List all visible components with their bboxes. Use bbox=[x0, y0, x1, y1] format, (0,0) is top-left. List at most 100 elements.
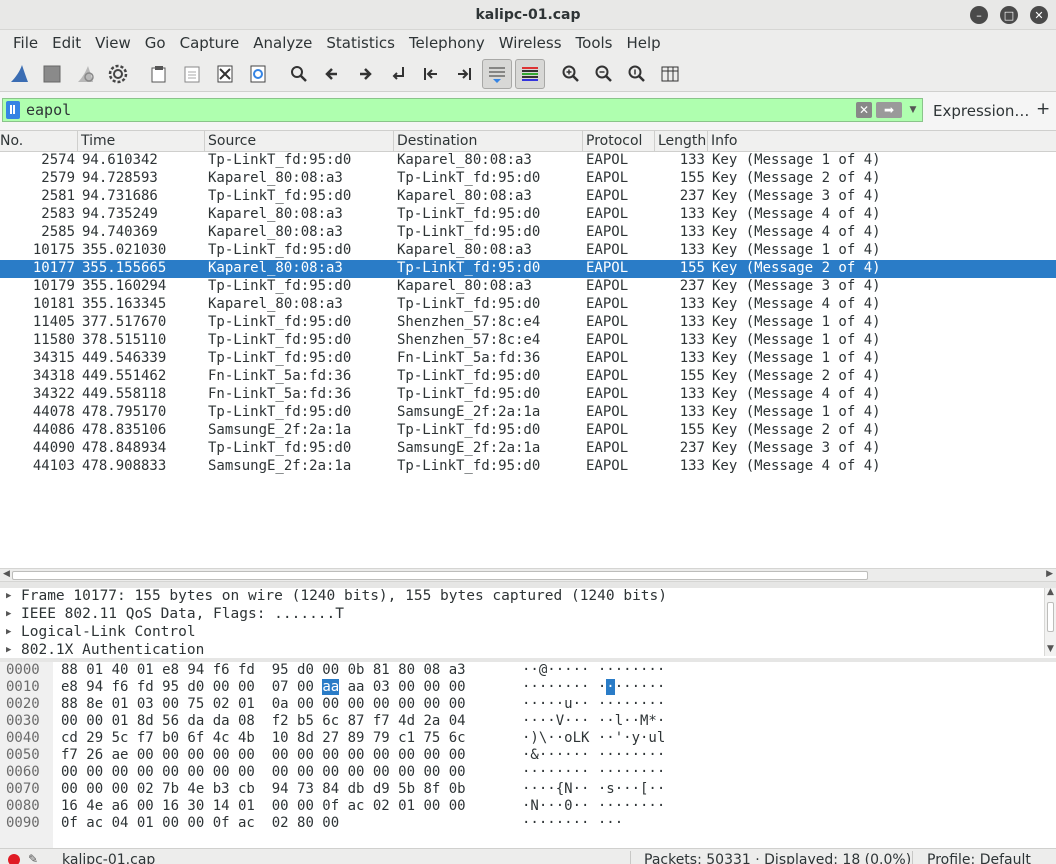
edit-comment-icon[interactable]: ✎ bbox=[28, 852, 38, 864]
packet-row[interactable]: 44090 478.848934 Tp-LinkT_fd:95:d0 SamsungE… bbox=[0, 440, 1056, 458]
menu-view[interactable]: View bbox=[88, 34, 138, 52]
column-header-protocol[interactable]: Protocol bbox=[586, 133, 642, 151]
menu-capture[interactable]: Capture bbox=[173, 34, 247, 52]
column-header-length[interactable]: Length bbox=[658, 133, 706, 151]
packet-row[interactable]: 44078 478.795170 Tp-LinkT_fd:95:d0 SamsungE… bbox=[0, 404, 1056, 422]
reload-icon[interactable] bbox=[243, 59, 273, 89]
selected-ascii-char[interactable]: · bbox=[606, 679, 615, 695]
first-packet-icon[interactable] bbox=[416, 59, 446, 89]
hex-bytes[interactable]: cd 29 5c f7 b0 6f 4c 4b 10 8d 27 89 79 c… bbox=[61, 730, 466, 747]
expand-arrow-icon[interactable]: ▶ bbox=[6, 606, 11, 623]
bookmark-icon[interactable] bbox=[6, 101, 20, 119]
open-file-icon[interactable] bbox=[144, 59, 174, 89]
go-to-packet-icon[interactable] bbox=[383, 59, 413, 89]
packet-row[interactable]: 44086 478.835106 SamsungE_2f:2a:1a Tp-LinkT… bbox=[0, 422, 1056, 440]
packet-row[interactable]: 2574 94.610342 Tp-LinkT_fd:95:d0 Kaparel_80… bbox=[0, 152, 1056, 170]
packet-row[interactable]: 34318 449.551462 Fn-LinkT_5a:fd:36 Tp-LinkT… bbox=[0, 368, 1056, 386]
hex-bytes[interactable]: f7 26 ae 00 00 00 00 00 00 00 00 00 00 0… bbox=[61, 747, 466, 764]
zoom-normal-icon[interactable] bbox=[622, 59, 652, 89]
add-filter-button[interactable]: + bbox=[1036, 99, 1050, 119]
scroll-right-icon[interactable]: ▶ bbox=[1046, 569, 1053, 579]
minimize-button[interactable]: – bbox=[970, 6, 988, 24]
stop-icon[interactable] bbox=[37, 59, 67, 89]
forward-arrow-icon[interactable] bbox=[350, 59, 380, 89]
hex-bytes[interactable]: 00 00 01 8d 56 da da 08 f2 b5 6c 87 f7 4… bbox=[61, 713, 466, 730]
packet-list-horizontal-scrollbar[interactable]: ◀ ▶ bbox=[0, 568, 1056, 582]
expand-arrow-icon[interactable]: ▶ bbox=[6, 642, 11, 658]
menu-edit[interactable]: Edit bbox=[45, 34, 88, 52]
packet-row[interactable]: 11580 378.515110 Tp-LinkT_fd:95:d0 Shenzhen… bbox=[0, 332, 1056, 350]
close-file-icon[interactable] bbox=[210, 59, 240, 89]
packet-row[interactable]: 10181 355.163345 Kaparel_80:08:a3 Tp-LinkT_… bbox=[0, 296, 1056, 314]
ascii-dump[interactable]: ··@····· ········ bbox=[522, 662, 665, 679]
packet-row[interactable]: 10177 355.155665 Kaparel_80:08:a3 Tp-LinkT_… bbox=[0, 260, 1056, 278]
expand-arrow-icon[interactable]: ▶ bbox=[6, 624, 11, 641]
scroll-down-icon[interactable]: ▼ bbox=[1047, 644, 1054, 654]
column-header-time[interactable]: Time bbox=[81, 133, 115, 151]
hex-bytes[interactable]: 00 00 00 00 00 00 00 00 00 00 00 00 00 0… bbox=[61, 764, 466, 781]
menu-statistics[interactable]: Statistics bbox=[319, 34, 402, 52]
selected-byte[interactable]: aa bbox=[322, 679, 340, 695]
packet-row[interactable]: 2579 94.728593 Kaparel_80:08:a3 Tp-LinkT_fd… bbox=[0, 170, 1056, 188]
menu-telephony[interactable]: Telephony bbox=[402, 34, 492, 52]
column-header-destination[interactable]: Destination bbox=[397, 133, 477, 151]
filter-text[interactable]: eapol bbox=[26, 101, 856, 119]
menu-tools[interactable]: Tools bbox=[569, 34, 620, 52]
packet-bytes-pane[interactable]: 0000 88 01 40 01 e8 94 f6 fd 95 d0 00 0b … bbox=[0, 662, 1056, 848]
expand-arrow-icon[interactable]: ▶ bbox=[6, 588, 11, 605]
options-gear-icon[interactable] bbox=[103, 59, 133, 89]
column-header-info[interactable]: Info bbox=[711, 133, 738, 151]
back-arrow-icon[interactable] bbox=[317, 59, 347, 89]
menu-file[interactable]: File bbox=[6, 34, 45, 52]
packet-row[interactable]: 44103 478.908833 SamsungE_2f:2a:1a Tp-LinkT… bbox=[0, 458, 1056, 476]
menu-wireless[interactable]: Wireless bbox=[492, 34, 569, 52]
packet-row[interactable]: 2581 94.731686 Tp-LinkT_fd:95:d0 Kaparel_80… bbox=[0, 188, 1056, 206]
maximize-button[interactable]: □ bbox=[1000, 6, 1018, 24]
packet-row[interactable]: 2583 94.735249 Kaparel_80:08:a3 Tp-LinkT_fd… bbox=[0, 206, 1056, 224]
ascii-dump[interactable]: ····{N·· ·s···[·· bbox=[522, 781, 665, 798]
status-profile[interactable]: Profile: Default bbox=[927, 852, 1031, 864]
menu-help[interactable]: Help bbox=[619, 34, 667, 52]
scroll-up-icon[interactable]: ▲ bbox=[1047, 587, 1054, 597]
scrollbar-thumb[interactable] bbox=[1047, 602, 1054, 632]
hex-bytes[interactable]: 00 00 00 02 7b 4e b3 cb 94 73 84 db d9 5… bbox=[61, 781, 466, 798]
column-header-no[interactable]: No. bbox=[0, 133, 23, 151]
hex-bytes[interactable]: 16 4e a6 00 16 30 14 01 00 00 0f ac 02 0… bbox=[61, 798, 466, 815]
ascii-dump[interactable]: ·N···0·· ········ bbox=[522, 798, 665, 815]
last-packet-icon[interactable] bbox=[449, 59, 479, 89]
colorize-icon[interactable] bbox=[515, 58, 545, 89]
display-filter-input[interactable]: eapol ✕ ➡ ▼ bbox=[2, 98, 923, 122]
expert-info-icon[interactable] bbox=[8, 854, 20, 864]
ascii-dump[interactable]: ········ ········ bbox=[522, 679, 665, 696]
scrollbar-thumb[interactable] bbox=[12, 571, 868, 580]
autoscroll-icon[interactable] bbox=[482, 58, 512, 89]
zoom-out-icon[interactable] bbox=[589, 59, 619, 89]
resize-columns-icon[interactable] bbox=[655, 59, 685, 89]
ascii-dump[interactable]: ·····u·· ········ bbox=[522, 696, 665, 713]
packet-row[interactable]: 2585 94.740369 Kaparel_80:08:a3 Tp-LinkT_fd… bbox=[0, 224, 1056, 242]
expression-button[interactable]: Expression… bbox=[933, 102, 1029, 120]
apply-filter-icon[interactable]: ➡ bbox=[876, 102, 902, 118]
packet-list[interactable]: 2574 94.610342 Tp-LinkT_fd:95:d0 Kaparel_80… bbox=[0, 152, 1056, 568]
hex-bytes[interactable]: e8 94 f6 fd 95 d0 00 00 07 00 aa aa 03 0… bbox=[61, 679, 466, 696]
clear-filter-icon[interactable]: ✕ bbox=[856, 102, 872, 118]
packet-row[interactable]: 10175 355.021030 Tp-LinkT_fd:95:d0 Kaparel_… bbox=[0, 242, 1056, 260]
chevron-down-icon[interactable]: ▼ bbox=[906, 102, 920, 118]
menu-analyze[interactable]: Analyze bbox=[246, 34, 319, 52]
details-vertical-scrollbar[interactable]: ▲ ▼ bbox=[1044, 587, 1056, 656]
close-button[interactable]: ✕ bbox=[1030, 6, 1048, 24]
packet-row[interactable]: 10179 355.160294 Tp-LinkT_fd:95:d0 Kaparel_… bbox=[0, 278, 1056, 296]
packet-row[interactable]: 34315 449.546339 Tp-LinkT_fd:95:d0 Fn-LinkT… bbox=[0, 350, 1056, 368]
shark-fin-start-icon[interactable] bbox=[4, 59, 34, 89]
zoom-in-icon[interactable] bbox=[556, 59, 586, 89]
packet-row[interactable]: 34322 449.558118 Fn-LinkT_5a:fd:36 Tp-LinkT… bbox=[0, 386, 1056, 404]
ascii-dump[interactable]: ········ ········ bbox=[522, 764, 665, 781]
ascii-dump[interactable]: ········ ··· bbox=[522, 815, 623, 832]
menu-go[interactable]: Go bbox=[138, 34, 173, 52]
ascii-dump[interactable]: ····V··· ··l··M*· bbox=[522, 713, 665, 730]
restart-icon[interactable] bbox=[70, 59, 100, 89]
ascii-dump[interactable]: ·)\··oLK ··'·y·ul bbox=[522, 730, 665, 747]
find-icon[interactable] bbox=[284, 59, 314, 89]
hex-bytes[interactable]: 88 8e 01 03 00 75 02 01 0a 00 00 00 00 0… bbox=[61, 696, 466, 713]
hex-bytes[interactable]: 88 01 40 01 e8 94 f6 fd 95 d0 00 0b 81 8… bbox=[61, 662, 466, 679]
